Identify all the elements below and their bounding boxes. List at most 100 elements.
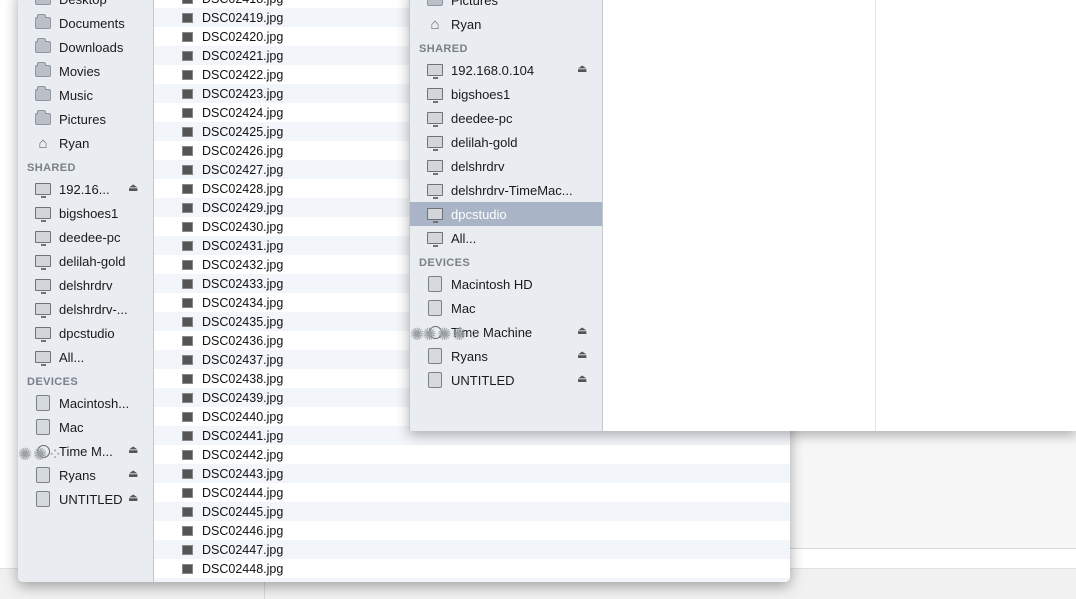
drive-icon [34, 467, 52, 483]
eject-icon[interactable]: ⏏ [577, 324, 587, 337]
image-file-icon [182, 259, 193, 270]
folder-icon [34, 62, 52, 79]
file-name: DSC02435.jpg [202, 314, 284, 329]
eject-icon[interactable]: ⏏ [128, 467, 138, 480]
network-icon [426, 230, 444, 247]
sidebar-item[interactable]: bigshoes1 [34, 202, 118, 224]
sidebar-item[interactable]: Movies [34, 60, 100, 82]
sidebar-item[interactable]: delshrdrv [426, 155, 504, 177]
sidebar-item[interactable]: Mac [426, 297, 476, 319]
sidebar-item[interactable]: dpcstudio [34, 322, 115, 344]
sidebar-item[interactable]: delshrdrv-... [34, 298, 128, 320]
sidebar-item[interactable]: Ryans [34, 464, 96, 486]
file-row[interactable]: DSC02443.jpgAug 4, 2010 [154, 464, 790, 483]
eject-icon[interactable]: ⏏ [577, 62, 587, 75]
sidebar-item[interactable]: ⌂ Ryan [426, 13, 481, 35]
sidebar-item[interactable]: UNTITLED [426, 369, 515, 391]
image-file-icon [182, 183, 193, 194]
file-row[interactable]: DSC02444.jpgAug 4, 2010 [154, 483, 790, 502]
folder-icon [34, 0, 52, 7]
file-name: DSC02440.jpg [202, 409, 284, 424]
drive-icon [34, 491, 52, 507]
eject-icon[interactable]: ⏏ [128, 491, 138, 504]
image-file-icon [182, 164, 193, 175]
sidebar-item-label: Downloads [59, 39, 124, 55]
file-name: DSC02449.jpg [202, 581, 283, 583]
file-name: DSC02436.jpg [202, 333, 284, 348]
sidebar-item[interactable]: Pictures [426, 0, 498, 11]
sidebar-item[interactable]: Music [34, 84, 93, 106]
network-computer-icon [426, 110, 444, 127]
sidebar-item[interactable]: ⌂ Ryan [34, 132, 89, 154]
file-row[interactable]: DSC02445.jpgAug 4, 2010 [154, 502, 790, 521]
column-divider [875, 0, 876, 431]
home-icon: ⌂ [38, 134, 48, 152]
network-computer-icon [34, 277, 52, 294]
sidebar-item-label: Macintosh HD [451, 276, 533, 292]
sidebar-item[interactable]: delilah-gold [34, 250, 126, 272]
sidebar-item[interactable]: All... [426, 227, 476, 249]
file-name: DSC02430.jpg [202, 219, 284, 234]
image-file-icon [182, 335, 193, 346]
sidebar-item-label: dpcstudio [59, 325, 115, 341]
folder-icon [34, 86, 52, 103]
file-name: DSC02443.jpg [202, 466, 284, 481]
sidebar-item[interactable]: Macintosh... [34, 392, 129, 414]
network-computer-icon [426, 206, 444, 223]
file-name: DSC02437.jpg [202, 352, 284, 367]
folder-icon [34, 14, 52, 31]
sidebar-item[interactable]: bigshoes1 [426, 83, 510, 105]
sidebar-item-label: Macintosh... [59, 395, 130, 411]
file-name: DSC02432.jpg [202, 257, 284, 272]
sidebar-item-label: Mac [59, 419, 84, 435]
file-row[interactable]: DSC02448.jpgAug 4, 2010 [154, 559, 790, 578]
sidebar-item-label: dpcstudio [451, 206, 507, 222]
sidebar-item[interactable]: dpcstudio [426, 203, 507, 225]
sidebar-item[interactable]: 192.168.0.104 [426, 59, 534, 81]
image-file-icon [182, 525, 193, 536]
sidebar-item[interactable]: Desktop [34, 0, 107, 10]
image-file-icon [182, 544, 193, 555]
sidebar-item[interactable]: Mac [34, 416, 84, 438]
file-name: DSC02419.jpg [202, 10, 284, 25]
sidebar-item[interactable]: Downloads [34, 36, 123, 58]
file-row[interactable]: DSC02446.jpgAug 4, 2010 [154, 521, 790, 540]
sidebar-item[interactable]: Pictures [34, 108, 106, 130]
sidebar-item[interactable]: Ryans [426, 345, 488, 367]
sidebar-item-label: bigshoes1 [451, 86, 511, 102]
sidebar-item[interactable]: delshrdrv-TimeMac... [426, 179, 573, 201]
network-computer-icon [426, 62, 444, 79]
file-name: DSC02421.jpg [202, 48, 284, 63]
file-name: DSC02445.jpg [202, 504, 284, 519]
file-name: DSC02442.jpg [202, 447, 284, 462]
home-icon: ⌂ [430, 15, 440, 33]
sidebar-item[interactable]: Macintosh HD [426, 273, 533, 295]
eject-icon[interactable]: ⏏ [577, 348, 587, 361]
sidebar-item[interactable]: delilah-gold [426, 131, 518, 153]
file-name: DSC02422.jpg [202, 67, 284, 82]
eject-icon[interactable]: ⏏ [128, 443, 138, 456]
sidebar-item-label: bigshoes1 [59, 205, 119, 221]
sidebar-item[interactable]: deedee-pc [34, 226, 120, 248]
eject-icon[interactable]: ⏏ [128, 181, 138, 194]
network-computer-icon [426, 158, 444, 175]
image-file-icon [182, 12, 193, 23]
background-panel [790, 430, 1076, 549]
image-file-icon [182, 297, 193, 308]
image-file-icon [182, 221, 193, 232]
sidebar-item[interactable]: delshrdrv [34, 274, 112, 296]
file-name: DSC02425.jpg [202, 124, 284, 139]
sidebar-item[interactable]: UNTITLED [34, 488, 123, 510]
image-file-icon [182, 31, 193, 42]
network-computer-icon [34, 181, 52, 198]
file-row[interactable]: DSC02447.jpgAug 4, 2010 [154, 540, 790, 559]
sidebar-item[interactable]: Documents [34, 12, 125, 34]
file-row[interactable]: DSC02442.jpgAug 4, 2010 [154, 445, 790, 464]
eject-icon[interactable]: ⏏ [577, 372, 587, 385]
file-name: DSC02429.jpg [202, 200, 284, 215]
sidebar-item[interactable]: deedee-pc [426, 107, 512, 129]
sidebar-item[interactable]: 192.16... [34, 178, 110, 200]
sidebar-item[interactable]: All... [34, 346, 84, 368]
sidebar-item-label: All... [451, 230, 477, 246]
file-row[interactable]: DSC02449.jpg [154, 578, 790, 582]
